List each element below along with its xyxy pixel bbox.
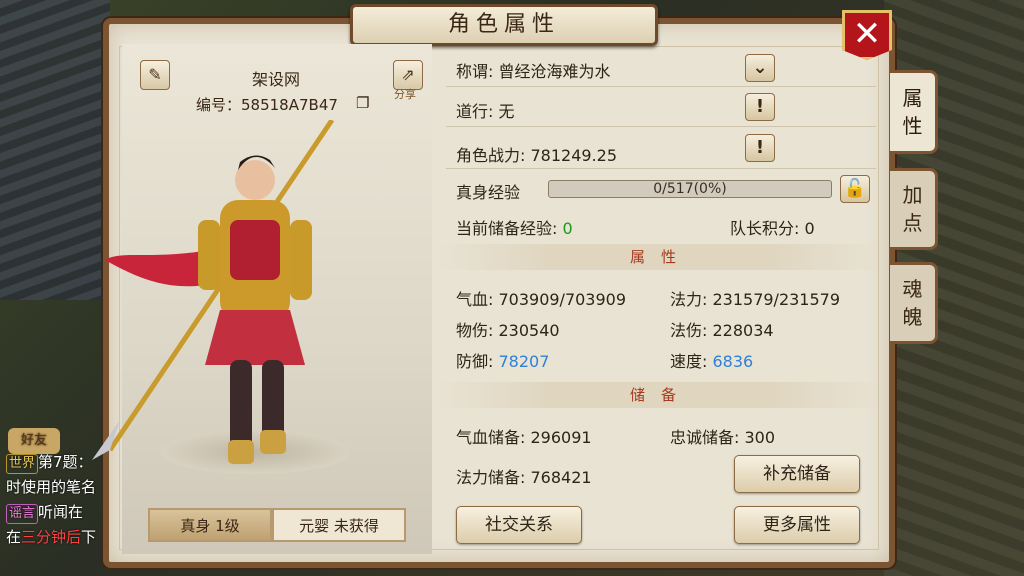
loyalty-reserve: 忠诚储备: 300 (670, 428, 776, 447)
exp-progress-bar: 0/517(0%) (548, 180, 832, 198)
stored-exp-value: 0 (562, 219, 573, 238)
divider (446, 168, 876, 169)
hp-reserve: 气血储备: 296091 (456, 428, 592, 447)
phys-dmg-stat: 物伤: 230540 (456, 321, 560, 340)
stored-exp-row: 当前储备经验: 0 (456, 215, 573, 239)
defense-value: 78207 (498, 352, 550, 371)
divider (446, 126, 876, 127)
panel-title: 角色属性 (350, 4, 658, 46)
chat-text: 时使用的笔名 (6, 478, 97, 496)
speed-value: 6836 (712, 352, 754, 371)
tab-attributes[interactable]: 属 性 (890, 70, 938, 154)
form-switcher: 真身 1级 元婴 未获得 (148, 508, 406, 542)
stored-exp-label: 当前储备经验: (456, 219, 558, 238)
daoxing-row: 道行: 无 (456, 102, 515, 121)
mag-dmg-stat: 法伤: 228034 (670, 321, 774, 340)
power-info-button[interactable]: ! (745, 134, 775, 162)
title-dropdown-button[interactable]: ⌄ (745, 54, 775, 82)
speed-label: 速度: (670, 352, 708, 371)
share-label: 分享 (394, 88, 416, 101)
share-icon: ⇗ (401, 65, 415, 84)
unlock-button[interactable]: 🔓 (840, 175, 870, 203)
character-id: 编号：58518A7B47 (196, 96, 338, 114)
speed-stat: 速度: 6836 (670, 348, 753, 372)
character-name: 架设网 (252, 70, 301, 89)
lock-icon: 🔓 (843, 178, 867, 199)
mp-reserve: 法力储备: 768421 (456, 468, 592, 487)
close-button[interactable]: ✕ (842, 10, 892, 60)
mp-stat: 法力: 231579/231579 (670, 290, 841, 309)
tab-label: 属 性 (902, 86, 923, 138)
rename-button[interactable]: ✎ (140, 60, 170, 90)
friend-button[interactable]: 好友 (8, 428, 60, 454)
chat-text: 在 (6, 528, 22, 546)
chat-text: 下 (81, 528, 97, 546)
social-relations-button[interactable]: 社交关系 (456, 506, 582, 544)
chat-highlight: 三分钟后 (21, 528, 82, 546)
daoxing-info-button[interactable]: ! (745, 93, 775, 121)
more-attributes-button[interactable]: 更多属性 (734, 506, 860, 544)
chat-text: 听闻在 (38, 503, 84, 521)
chat-world-tag: 世界 (6, 454, 39, 474)
tab-soul[interactable]: 魂 魄 (890, 262, 938, 344)
chevron-down-icon: ⌄ (752, 57, 768, 78)
divider (446, 86, 876, 87)
tab-label: 魂 魄 (902, 277, 923, 329)
tab-yuanying[interactable]: 元婴 未获得 (272, 508, 406, 542)
character-figure (92, 120, 335, 464)
reserves-section-header: 储备 (436, 382, 886, 408)
chat-rumor-tag: 谣言 (6, 504, 39, 524)
exp-value: 0/517(0%) (653, 181, 727, 197)
title-row: 称谓: 曾经沧海难为水 (456, 62, 611, 81)
tab-label: 加 点 (902, 183, 923, 235)
defense-label: 防御: (456, 352, 494, 371)
tab-allocate-points[interactable]: 加 点 (890, 168, 938, 250)
close-icon: ✕ (852, 14, 882, 54)
defense-stat: 防御: 78207 (456, 348, 549, 372)
power-row: 角色战力: 781249.25 (456, 146, 618, 165)
exclamation-icon: ! (755, 137, 765, 158)
exp-label: 真身经验 (456, 183, 521, 202)
captain-points: 队长积分: 0 (730, 219, 815, 238)
exclamation-icon: ! (755, 96, 765, 117)
attributes-section-header: 属性 (436, 244, 886, 270)
hp-stat: 气血: 703909/703909 (456, 290, 627, 309)
tab-true-body[interactable]: 真身 1级 (148, 508, 272, 542)
replenish-reserve-button[interactable]: 补充储备 (734, 455, 860, 493)
copy-icon[interactable]: ❐ (356, 94, 369, 112)
pencil-icon: ✎ (148, 65, 162, 84)
